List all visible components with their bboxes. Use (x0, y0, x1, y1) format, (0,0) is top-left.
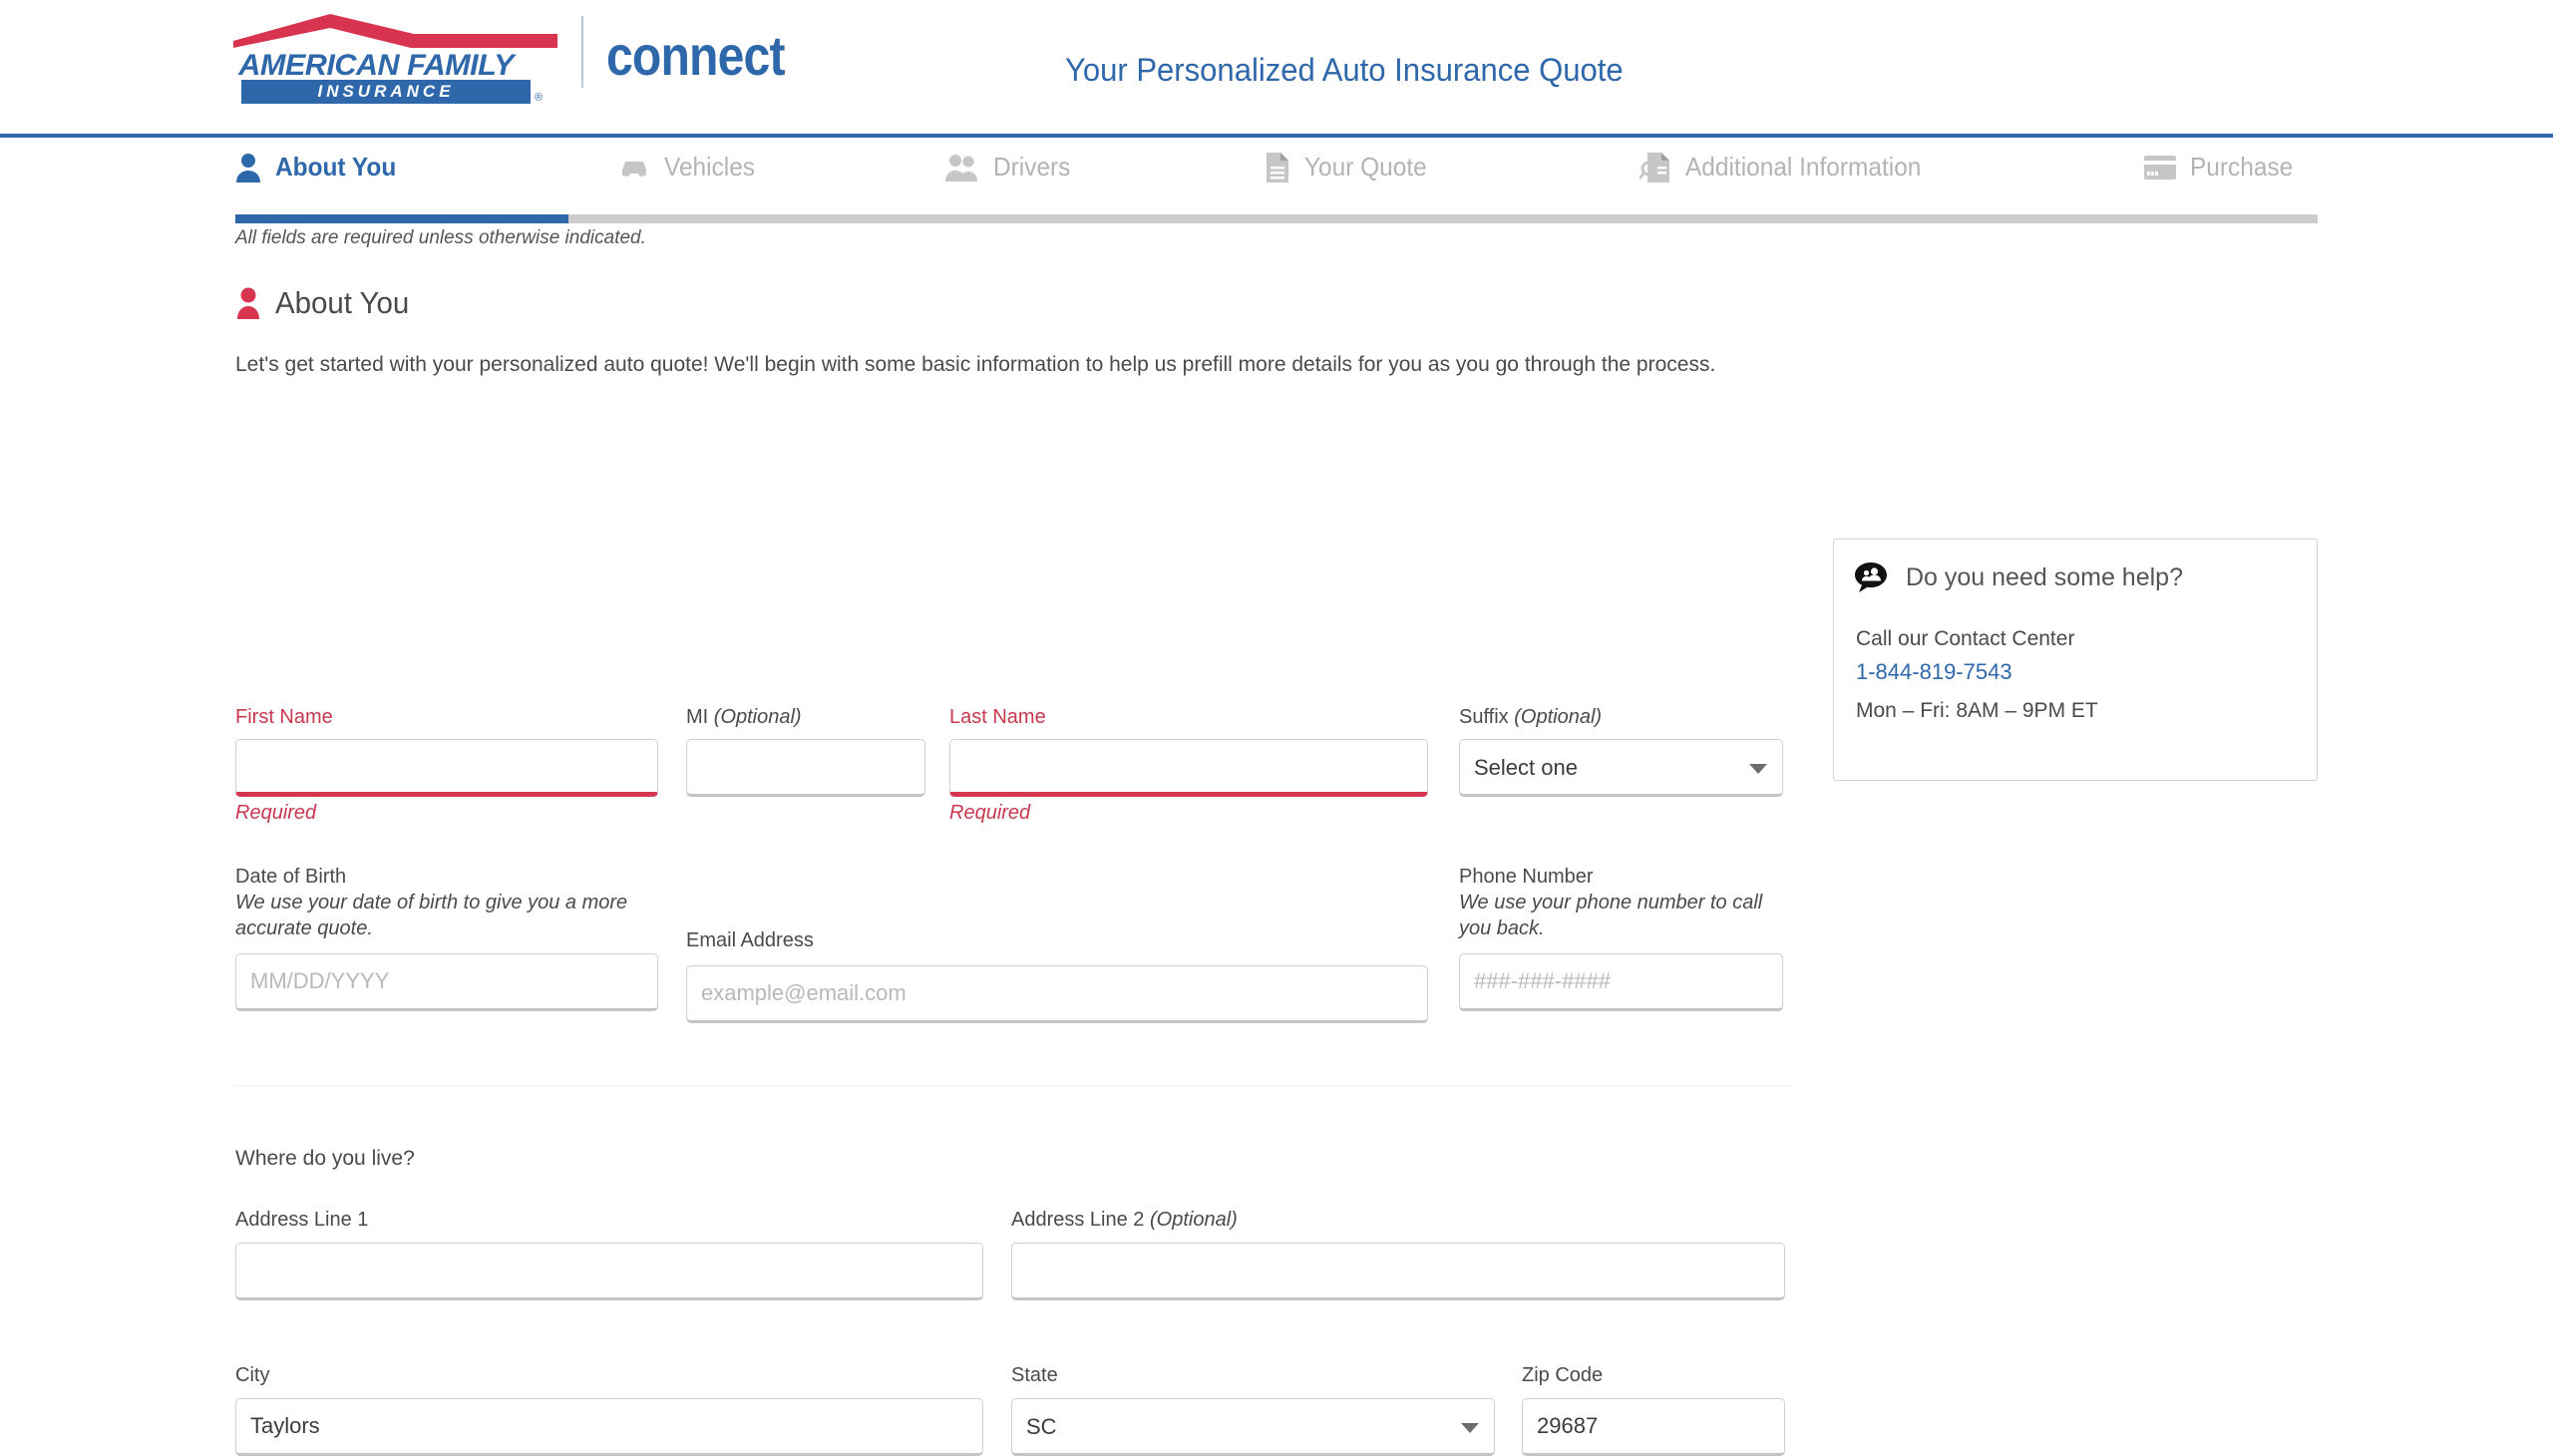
tab-label: Additional Information (1685, 152, 1921, 182)
phone-label: Phone Number (1459, 864, 1783, 890)
field-last-name: Last Name Required (949, 704, 1428, 825)
dob-hint: We use your date of birth to give you a … (235, 890, 634, 941)
city-input[interactable] (235, 1398, 983, 1456)
address2-label: Address Line 2 (Optional) (1011, 1207, 1785, 1233)
suffix-optional-tag: (Optional) (1514, 706, 1602, 728)
last-name-error: Required (949, 802, 1428, 825)
tab-about-you[interactable]: About You (235, 152, 404, 182)
section-divider (235, 1085, 1791, 1086)
address2-optional-tag: (Optional) (1150, 1209, 1238, 1231)
car-icon (618, 156, 650, 180)
email-input[interactable] (686, 965, 1428, 1023)
address2-label-text: Address Line 2 (1011, 1209, 1144, 1231)
document-search-icon (1640, 153, 1671, 182)
logo-divider (581, 16, 583, 88)
zip-label: Zip Code (1522, 1362, 1785, 1388)
first-name-input[interactable] (235, 739, 658, 797)
tab-label: Your Quote (1304, 152, 1427, 182)
field-first-name: First Name Required (235, 704, 658, 825)
suffix-label-text: Suffix (1459, 706, 1509, 728)
address1-input[interactable] (235, 1243, 983, 1300)
progress-nav: About You Vehicles Drivers Your Quote (0, 138, 2553, 221)
tab-vehicles[interactable]: Vehicles (618, 152, 761, 182)
people-icon (945, 154, 979, 182)
tab-your-quote[interactable]: Your Quote (1265, 152, 1435, 182)
state-label: State (1011, 1362, 1495, 1388)
field-zip-code: Zip Code (1522, 1362, 1785, 1456)
field-mi: MI (Optional) (686, 704, 925, 797)
help-title-row: Do you need some help? (1854, 561, 2183, 593)
section-heading-about-you: About You (235, 285, 416, 321)
mi-label-text: MI (686, 706, 708, 728)
tab-label: Vehicles (664, 152, 755, 182)
dob-input[interactable] (235, 953, 658, 1011)
address1-label: Address Line 1 (235, 1207, 983, 1233)
suffix-label: Suffix (Optional) (1459, 704, 1783, 730)
logo-line1: AMERICAN FAMILY (238, 49, 514, 83)
address-section-heading: Where do you live? (235, 1147, 415, 1171)
mi-label: MI (Optional) (686, 704, 925, 730)
phone-input[interactable] (1459, 953, 1783, 1011)
field-city: City (235, 1362, 983, 1456)
american-family-logo[interactable]: AMERICAN FAMILY INSURANCE ® (227, 14, 566, 94)
tab-label: About You (275, 152, 396, 182)
last-name-label: Last Name (949, 704, 1428, 730)
zip-input[interactable] (1522, 1398, 1785, 1456)
person-icon (235, 287, 261, 319)
person-icon (235, 153, 261, 182)
field-suffix: Suffix (Optional) Select one (1459, 704, 1783, 797)
first-name-error: Required (235, 802, 658, 825)
suffix-select-wrap[interactable]: Select one (1459, 739, 1783, 797)
field-address-line-1: Address Line 1 (235, 1207, 983, 1300)
mi-optional-tag: (Optional) (714, 706, 802, 728)
field-email-address: Email Address (686, 927, 1428, 1023)
help-hours: Mon – Fri: 8AM – 9PM ET (1856, 699, 2098, 723)
intro-paragraph: Let's get started with your personalized… (235, 349, 1801, 381)
chat-person-icon (1854, 561, 1888, 593)
help-phone-link[interactable]: 1-844-819-7543 (1856, 659, 2012, 685)
logo-line2-bar: INSURANCE (241, 80, 531, 104)
page-title: Your Personalized Auto Insurance Quote (1065, 52, 1624, 89)
logo-line2: INSURANCE (241, 80, 531, 104)
roof-icon (233, 14, 557, 48)
tab-additional-information[interactable]: Additional Information (1640, 152, 1936, 182)
state-select-wrap[interactable]: SC (1011, 1398, 1495, 1456)
field-address-line-2: Address Line 2 (Optional) (1011, 1207, 1785, 1300)
dob-label: Date of Birth (235, 864, 658, 890)
field-phone-number: Phone Number We use your phone number to… (1459, 864, 1783, 1011)
tab-drivers[interactable]: Drivers (945, 152, 1075, 182)
progress-track (235, 214, 2318, 223)
state-select[interactable]: SC (1011, 1398, 1495, 1456)
phone-hint: We use your phone number to call you bac… (1459, 890, 1778, 941)
tab-label: Drivers (993, 152, 1070, 182)
city-label: City (235, 1362, 983, 1388)
progress-fill (235, 214, 568, 223)
brand-connect-wordmark: connect (606, 28, 785, 84)
tab-purchase[interactable]: Purchase (2144, 152, 2300, 182)
mi-input[interactable] (686, 739, 925, 797)
registered-mark: ® (535, 92, 543, 104)
required-fields-note: All fields are required unless otherwise… (235, 227, 646, 249)
help-call-label: Call our Contact Center (1856, 627, 2074, 651)
page-header: AMERICAN FAMILY INSURANCE ® connect Your… (0, 0, 2553, 138)
document-icon (1265, 153, 1290, 182)
first-name-label: First Name (235, 704, 658, 730)
help-card: Do you need some help? Call our Contact … (1833, 539, 2318, 781)
tab-label: Purchase (2190, 152, 2293, 182)
section-heading-text: About You (275, 285, 409, 321)
credit-card-icon (2144, 156, 2176, 180)
email-label: Email Address (686, 927, 1428, 953)
field-state: State SC (1011, 1362, 1495, 1456)
help-title: Do you need some help? (1906, 563, 2183, 592)
field-date-of-birth: Date of Birth We use your date of birth … (235, 864, 658, 1011)
last-name-input[interactable] (949, 739, 1428, 797)
suffix-select[interactable]: Select one (1459, 739, 1783, 797)
address2-input[interactable] (1011, 1243, 1785, 1300)
